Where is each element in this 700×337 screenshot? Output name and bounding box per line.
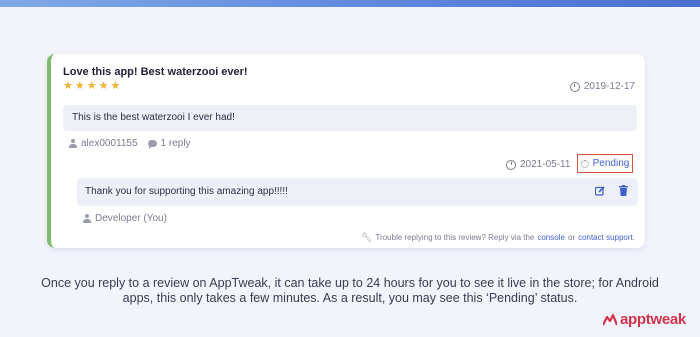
or-text: or bbox=[567, 233, 576, 242]
review-title: Love this app! Best waterzooi ever! bbox=[63, 66, 248, 78]
top-banner bbox=[0, 0, 700, 7]
clock-icon bbox=[569, 81, 580, 92]
user-icon bbox=[69, 139, 77, 148]
reply-count[interactable]: 1 reply bbox=[147, 138, 191, 149]
trouble-note: 🔧︎ Trouble replying to this review? Repl… bbox=[361, 232, 635, 243]
star-icon: ★ bbox=[86, 80, 97, 92]
star-icon: ★ bbox=[74, 80, 85, 92]
apptweak-logo-icon bbox=[603, 313, 617, 325]
pending-status-badge: Pending bbox=[577, 154, 633, 173]
star-icon: ★ bbox=[63, 80, 73, 92]
contact-support-link[interactable]: contact support bbox=[578, 233, 633, 242]
star-icon: ★ bbox=[98, 80, 109, 92]
user-icon bbox=[83, 214, 91, 223]
review-meta: alex0001155 1 reply bbox=[69, 138, 191, 149]
reply-date-text: 2021-05-11 bbox=[520, 159, 571, 170]
star-rating: ★ ★ ★ ★ ★ bbox=[63, 81, 120, 92]
edit-icon[interactable] bbox=[595, 186, 605, 196]
explanation-caption: Once you reply to a review on AppTweak, … bbox=[41, 276, 659, 305]
review-author: alex0001155 bbox=[69, 138, 138, 149]
reply-count-text: 1 reply bbox=[160, 138, 191, 149]
clock-icon bbox=[506, 159, 516, 170]
spinner-icon bbox=[580, 159, 589, 168]
review-date-text: 2019-12-17 bbox=[583, 81, 635, 92]
review-body: This is the best waterzooi I ever had! bbox=[63, 105, 637, 131]
reply-box: Thank you for supporting this amazing ap… bbox=[77, 178, 638, 206]
apptweak-logo: apptweak bbox=[603, 311, 686, 328]
apptweak-logo-text: apptweak bbox=[620, 311, 686, 328]
star-icon: ★ bbox=[110, 80, 121, 92]
wrench-icon: 🔧︎ bbox=[361, 232, 373, 242]
period-text: . bbox=[632, 233, 635, 242]
reply-date: 2021-05-11 bbox=[506, 159, 570, 170]
console-link[interactable]: console bbox=[537, 233, 565, 242]
pending-status-text: Pending bbox=[592, 158, 630, 169]
trouble-text: Trouble replying to this review? Reply v… bbox=[375, 233, 535, 242]
reply-author: Developer (You) bbox=[83, 213, 167, 224]
review-author-name: alex0001155 bbox=[81, 138, 138, 149]
reply-icon bbox=[147, 140, 157, 149]
trash-icon[interactable] bbox=[619, 185, 628, 196]
reply-author-name: Developer (You) bbox=[95, 213, 167, 224]
reply-text: Thank you for supporting this amazing ap… bbox=[85, 186, 288, 197]
review-date: 2019-12-17 bbox=[569, 81, 635, 92]
review-card: Love this app! Best waterzooi ever! ★ ★ … bbox=[47, 54, 645, 248]
